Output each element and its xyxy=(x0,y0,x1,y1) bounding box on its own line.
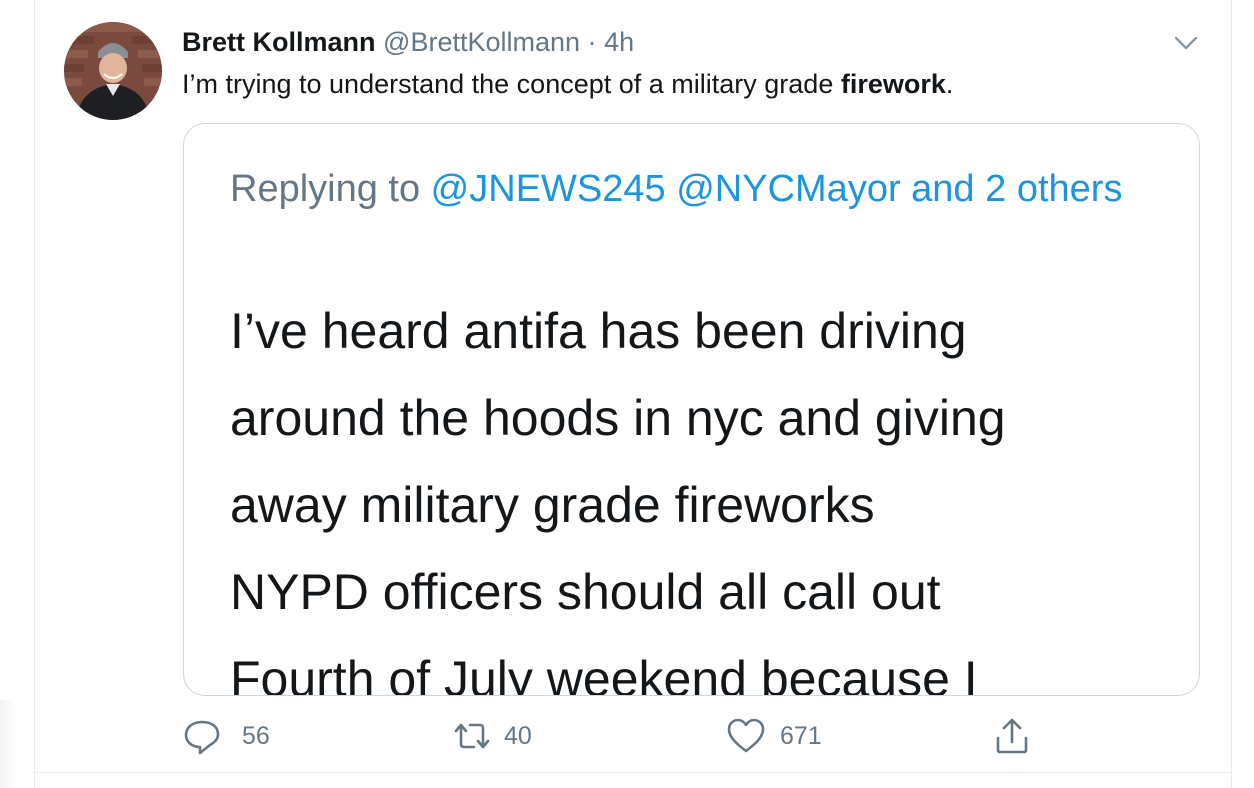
left-column-edge xyxy=(0,0,35,788)
like-count: 671 xyxy=(780,721,822,750)
chevron-down-icon xyxy=(1174,36,1198,50)
share-icon xyxy=(996,718,1028,754)
quoted-text-line: NYPD officers should all call out xyxy=(230,564,941,620)
author-handle[interactable]: @BrettKollmann xyxy=(383,27,580,57)
tweet-text-end: . xyxy=(945,69,954,99)
retweet-icon xyxy=(454,723,490,749)
tweet-text-start: I’m trying to understand the concept of … xyxy=(182,69,841,99)
reply-count: 56 xyxy=(242,721,270,750)
tweet-divider xyxy=(34,772,1232,773)
tweet-actions: 56 40 671 xyxy=(180,712,1060,760)
quoted-text-line: around the hoods in nyc and giving xyxy=(230,390,1006,446)
reply-icon xyxy=(184,720,220,755)
avatar-photo xyxy=(64,22,162,120)
tweet-text: I’m trying to understand the concept of … xyxy=(182,66,953,102)
right-column-edge xyxy=(1231,0,1232,788)
mention-jnews245[interactable]: @JNEWS245 xyxy=(431,168,666,210)
quoted-text-line: Fourth of July weekend because I xyxy=(230,651,978,696)
tweet-menu-button[interactable] xyxy=(1172,32,1200,54)
mention-nycmayor[interactable]: @NYCMayor xyxy=(676,168,900,210)
reply-button[interactable]: 56 xyxy=(180,712,270,760)
like-button[interactable]: 671 xyxy=(724,712,822,760)
avatar[interactable] xyxy=(64,22,162,120)
retweet-count: 40 xyxy=(504,721,532,750)
author-name[interactable]: Brett Kollmann xyxy=(182,27,376,57)
mention-and-count[interactable]: and 2 xyxy=(901,168,1006,210)
header-separator: · xyxy=(587,27,597,57)
tweet-text-bold: firework xyxy=(840,69,946,99)
quoted-tweet-card[interactable]: Replying to @JNEWS245 @NYCMayor and 2 ot… xyxy=(183,123,1200,696)
replying-to-label: Replying to xyxy=(230,168,431,210)
left-shadow xyxy=(0,700,16,788)
retweet-button[interactable]: 40 xyxy=(450,712,532,760)
heart-icon xyxy=(727,718,765,753)
quoted-text-line: I’ve heard antifa has been driving xyxy=(230,303,967,359)
replying-to-line: Replying to @JNEWS245 @NYCMayor and 2 ot… xyxy=(230,160,1130,218)
tweet-header: Brett Kollmann @BrettKollmann · 4h xyxy=(182,24,634,60)
tweet-page: Brett Kollmann @BrettKollmann · 4h I’m t… xyxy=(0,0,1254,788)
tweet-timestamp[interactable]: 4h xyxy=(604,27,634,57)
quoted-tweet-text: I’ve heard antifa has been driving aroun… xyxy=(230,288,1190,696)
share-button[interactable] xyxy=(990,712,1034,760)
quoted-text-line: away military grade fireworks xyxy=(230,477,875,533)
mention-others[interactable]: others xyxy=(1017,168,1123,210)
